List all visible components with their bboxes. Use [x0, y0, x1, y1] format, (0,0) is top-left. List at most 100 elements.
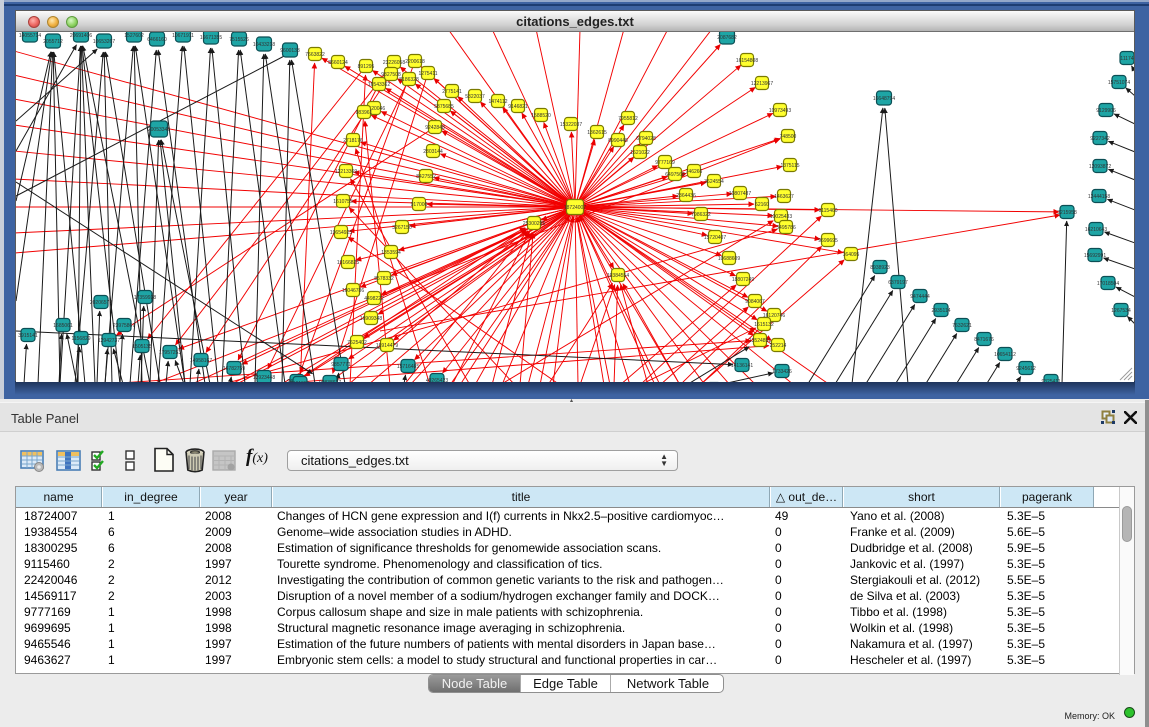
svg-text:2775141: 2775141 [442, 89, 462, 95]
svg-text:7986322: 7986322 [691, 212, 711, 218]
svg-text:12093872: 12093872 [1089, 164, 1111, 170]
svg-text:23975867: 23975867 [113, 323, 135, 329]
svg-text:2055712: 2055712 [43, 39, 63, 45]
svg-text:9777169: 9777169 [655, 160, 675, 166]
svg-text:19166825: 19166825 [337, 260, 359, 266]
svg-text:1610755: 1610755 [333, 199, 353, 205]
svg-text:3915141: 3915141 [18, 333, 38, 339]
svg-text:252214: 252214 [770, 343, 787, 349]
svg-text:8990448: 8990448 [608, 138, 628, 144]
svg-text:16914479: 16914479 [376, 343, 398, 349]
svg-text:746266: 746266 [686, 169, 703, 175]
svg-text:7625402: 7625402 [347, 340, 367, 346]
svg-text:16154808: 16154808 [736, 58, 758, 64]
svg-text:7955812: 7955812 [618, 116, 638, 122]
svg-text:1267534: 1267534 [1111, 308, 1131, 314]
svg-text:8660124: 8660124 [328, 60, 348, 66]
svg-text:2364436: 2364436 [676, 193, 696, 199]
svg-text:8578332: 8578332 [374, 276, 394, 282]
svg-text:23226058: 23226058 [383, 60, 405, 66]
svg-text:1505135: 1505135 [132, 344, 152, 350]
svg-text:2200618: 2200618 [405, 59, 425, 65]
svg-text:1275411: 1275411 [418, 71, 437, 77]
svg-text:20691406: 20691406 [70, 33, 92, 39]
svg-text:10654112: 10654112 [994, 352, 1016, 358]
svg-text:15322037: 15322037 [560, 122, 582, 128]
svg-text:15751074: 15751074 [1108, 80, 1130, 86]
svg-text:7632621: 7632621 [952, 323, 972, 329]
svg-text:3267150: 3267150 [392, 225, 412, 231]
svg-text:10025433: 10025433 [770, 214, 792, 220]
svg-text:2718176: 2718176 [343, 138, 363, 144]
svg-text:10688609: 10688609 [718, 256, 740, 262]
svg-text:748500: 748500 [780, 134, 797, 140]
svg-text:8186328: 8186328 [399, 77, 419, 83]
svg-text:16543362: 16543362 [368, 82, 390, 88]
svg-text:6379197: 6379197 [888, 280, 908, 286]
svg-text:14136141: 14136141 [731, 363, 753, 369]
svg-text:3215958: 3215958 [1057, 210, 1077, 216]
svg-text:6466160: 6466160 [147, 37, 167, 43]
svg-text:5875685: 5875685 [434, 104, 454, 110]
svg-text:1474112: 1474112 [488, 99, 507, 105]
svg-text:6497568: 6497568 [665, 172, 685, 178]
svg-text:17359928: 17359928 [134, 295, 156, 301]
svg-text:16210643: 16210643 [1085, 227, 1107, 233]
svg-text:14055714: 14055714 [19, 33, 41, 39]
svg-text:9474444: 9474444 [910, 294, 930, 300]
svg-text:8427552: 8427552 [416, 174, 436, 180]
svg-text:17018504: 17018504 [1097, 281, 1119, 287]
svg-text:15692991: 15692991 [1084, 253, 1106, 259]
svg-text:14958167: 14958167 [190, 358, 212, 364]
svg-text:10433218: 10433218 [253, 42, 275, 48]
svg-text:9699695: 9699695 [818, 238, 838, 244]
svg-text:16782759: 16782759 [223, 366, 245, 372]
svg-text:1362615: 1362615 [587, 130, 607, 136]
svg-text:16671355: 16671355 [200, 35, 222, 41]
svg-text:13524851: 13524851 [749, 338, 771, 344]
svg-text:8471676: 8471676 [974, 337, 994, 343]
svg-text:2935114: 2935114 [931, 308, 950, 314]
svg-text:8938923: 8938923 [870, 265, 890, 271]
svg-text:10671911: 10671911 [172, 33, 194, 39]
svg-text:12213967: 12213967 [751, 81, 773, 87]
svg-text:11174: 11174 [1120, 56, 1133, 62]
svg-text:16648794: 16648794 [873, 96, 895, 102]
svg-text:10653267: 10653267 [93, 39, 115, 45]
svg-text:6794028: 6794028 [636, 136, 656, 142]
svg-text:9857771: 9857771 [331, 362, 351, 368]
svg-text:1621022: 1621022 [630, 150, 650, 156]
svg-text:9084067: 9084067 [745, 299, 765, 305]
svg-text:1733426: 1733426 [772, 369, 792, 375]
svg-text:9129906: 9129906 [1096, 108, 1116, 114]
svg-text:5322037: 5322037 [465, 94, 485, 100]
svg-text:20206578: 20206578 [90, 300, 112, 306]
svg-text:25300295: 25300295 [523, 221, 545, 227]
svg-text:7663822: 7663822 [305, 52, 325, 58]
svg-text:9245612: 9245612 [1016, 366, 1036, 372]
svg-text:90838637: 90838637 [319, 380, 341, 382]
svg-text:15720407: 15720407 [704, 235, 726, 241]
svg-text:3624554: 3624554 [704, 179, 724, 185]
svg-text:891295: 891295 [358, 64, 375, 70]
svg-text:15716485: 15716485 [397, 364, 419, 370]
svg-text:2803144: 2803144 [423, 149, 443, 155]
svg-text:9600133: 9600133 [280, 48, 300, 54]
svg-text:12942737: 12942737 [98, 338, 120, 344]
svg-text:9115460: 9115460 [818, 208, 837, 214]
svg-text:9227342: 9227342 [1090, 136, 1110, 142]
svg-text:1463627: 1463627 [774, 194, 794, 200]
svg-text:983961: 983961 [356, 110, 373, 116]
svg-text:1156829: 1156829 [71, 336, 90, 342]
svg-text:12213369: 12213369 [335, 169, 357, 175]
svg-text:18807249: 18807249 [732, 277, 754, 283]
svg-text:10973493: 10973493 [769, 108, 791, 114]
svg-text:1375115: 1375115 [780, 163, 799, 169]
svg-text:18724007: 18724007 [564, 205, 586, 211]
svg-text:9146821: 9146821 [508, 104, 528, 110]
svg-text:19654923: 19654923 [330, 230, 352, 236]
svg-text:164095: 164095 [843, 252, 860, 258]
svg-text:16046786: 16046786 [342, 288, 364, 294]
svg-text:2087682: 2087682 [717, 35, 737, 41]
svg-text:1588520: 1588520 [531, 113, 551, 119]
